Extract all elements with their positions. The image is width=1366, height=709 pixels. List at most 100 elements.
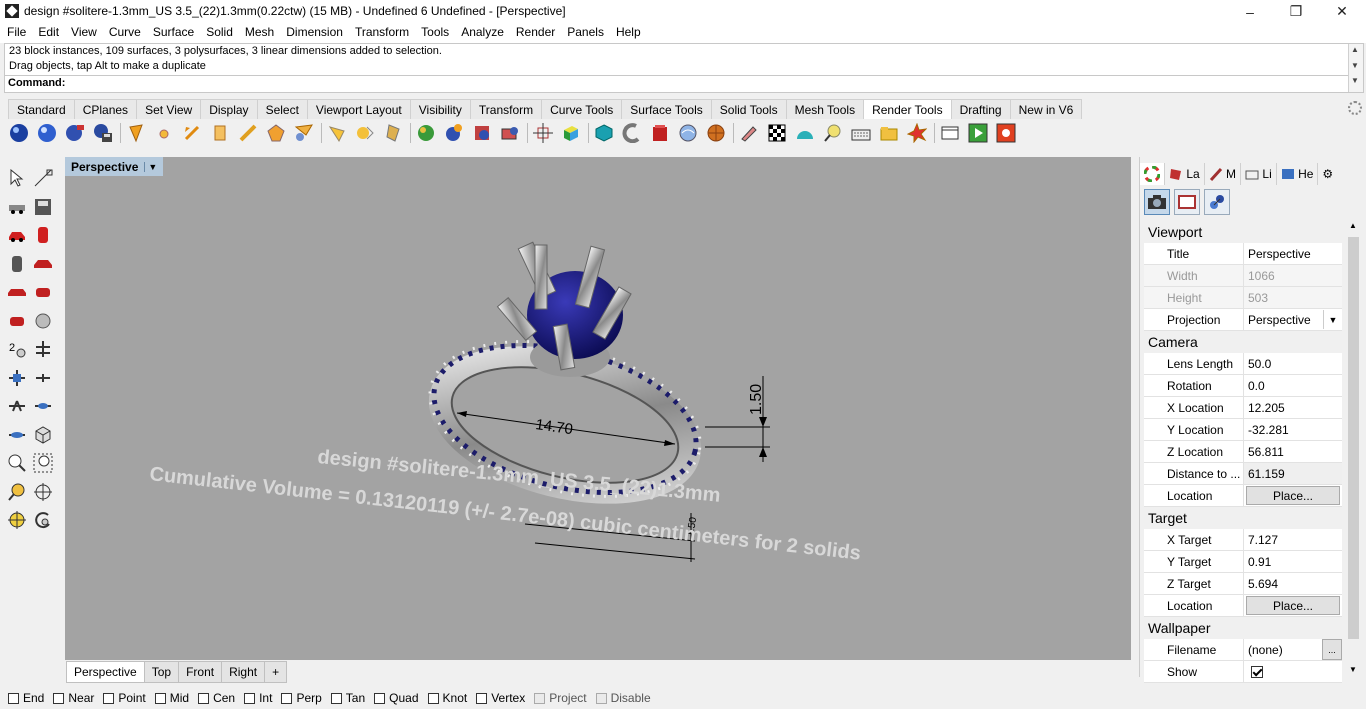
scroll-down-icon[interactable]: ▼ <box>1349 665 1357 674</box>
osnap-checkbox[interactable] <box>476 692 488 704</box>
minimize-button[interactable]: – <box>1227 0 1273 23</box>
menu-tools[interactable]: Tools <box>414 23 454 43</box>
osnap-checkbox[interactable] <box>374 692 386 704</box>
command-scrollbar[interactable]: ▲ ▼ ▼ <box>1348 44 1363 92</box>
environment-icon[interactable] <box>415 122 437 144</box>
burst-icon[interactable] <box>906 122 928 144</box>
x-location-field[interactable]: 12.205 <box>1244 397 1342 418</box>
z-location-field[interactable]: 56.811 <box>1244 441 1342 462</box>
osnap-knot[interactable]: Knot <box>427 691 467 705</box>
skylight-icon[interactable] <box>382 122 404 144</box>
wing-icon[interactable] <box>6 424 28 446</box>
osnap-checkbox[interactable] <box>427 692 439 704</box>
zoom-extents-icon[interactable] <box>6 481 28 503</box>
target-yellow-icon[interactable] <box>6 509 28 531</box>
osnap-checkbox[interactable] <box>244 692 256 704</box>
vehicle-small-icon[interactable] <box>6 310 28 332</box>
perspective-viewport[interactable]: 14.70 1.50 1.50 design #solitere-1.3mm_U… <box>65 157 1131 660</box>
viewport-frame-icon[interactable] <box>1174 189 1200 215</box>
scroll-down-icon[interactable]: ▼ <box>1351 61 1359 70</box>
target-place-button[interactable]: Place... <box>1246 596 1340 615</box>
keyboard-icon[interactable] <box>850 122 872 144</box>
scroll-down-icon[interactable]: ▼ <box>1351 76 1359 85</box>
y-location-field[interactable]: -32.281 <box>1244 419 1342 440</box>
menu-dimension[interactable]: Dimension <box>279 23 348 43</box>
tab-set-view[interactable]: Set View <box>136 99 202 119</box>
render-record-icon[interactable] <box>995 122 1017 144</box>
decal-icon[interactable] <box>443 122 465 144</box>
zoom-icon[interactable] <box>6 452 28 474</box>
osnap-tan[interactable]: Tan <box>330 691 365 705</box>
tab-transform[interactable]: Transform <box>469 99 543 119</box>
viewport-menu-arrow-icon[interactable]: ▼ <box>144 162 157 172</box>
rectangular-light-icon[interactable] <box>209 122 231 144</box>
zoom-window-icon[interactable] <box>32 452 54 474</box>
tab-solid-tools[interactable]: Solid Tools <box>710 99 787 119</box>
red-vehicle-icon[interactable] <box>32 253 54 275</box>
airplane-blue-icon[interactable] <box>32 395 54 417</box>
osnap-int[interactable]: Int <box>244 691 272 705</box>
show-wallpaper-checkbox[interactable] <box>1251 665 1263 678</box>
osnap-near[interactable]: Near <box>53 691 94 705</box>
folder-icon[interactable] <box>878 122 900 144</box>
tab-standard[interactable]: Standard <box>8 99 75 119</box>
menu-file[interactable]: File <box>0 23 31 43</box>
projection-select[interactable]: Perspective ▼ <box>1244 309 1342 330</box>
viewport-tab-right[interactable]: Right <box>221 661 266 683</box>
osnap-checkbox[interactable] <box>103 692 115 704</box>
material-editor-icon[interactable] <box>499 122 521 144</box>
material-sphere-icon[interactable] <box>64 122 86 144</box>
viewport-tab-perspective[interactable]: Perspective <box>66 661 145 683</box>
tab-drafting[interactable]: Drafting <box>950 99 1011 119</box>
cube-wire-icon[interactable] <box>32 424 54 446</box>
viewport-tab-top[interactable]: Top <box>143 661 180 683</box>
tab-display[interactable]: Display <box>200 99 258 119</box>
distance-field[interactable]: 61.159 <box>1244 463 1342 484</box>
light-manager-icon[interactable] <box>293 122 315 144</box>
close-button[interactable]: ✕ <box>1319 0 1365 23</box>
rotate-view-icon[interactable] <box>32 509 54 531</box>
point-icon[interactable] <box>32 167 54 189</box>
scroll-up-icon[interactable]: ▲ <box>1351 45 1359 54</box>
panel-options-gear-icon[interactable]: ⚙ <box>1318 163 1337 185</box>
spherical-mapping-icon[interactable] <box>621 122 643 144</box>
tab-mesh-tools[interactable]: Mesh Tools <box>785 99 865 119</box>
tab-new-in-v6[interactable]: New in V6 <box>1009 99 1083 119</box>
search-texture-icon[interactable] <box>822 122 844 144</box>
panel-tab-layers[interactable]: La <box>1165 163 1205 185</box>
menu-surface[interactable]: Surface <box>146 23 199 43</box>
y-target-field[interactable]: 0.91 <box>1244 551 1342 572</box>
viewport-title-field[interactable]: Perspective <box>1244 243 1342 264</box>
filename-field[interactable]: (none)... <box>1244 639 1342 660</box>
osnap-checkbox[interactable] <box>281 692 293 704</box>
render-preview-icon[interactable] <box>36 122 58 144</box>
dome-icon[interactable] <box>794 122 816 144</box>
tab-cplanes[interactable]: CPlanes <box>73 99 138 119</box>
osnap-checkbox[interactable] <box>8 692 19 704</box>
light-properties-icon[interactable] <box>265 122 287 144</box>
osnap-point[interactable]: Point <box>103 691 146 705</box>
plane-blue-icon[interactable] <box>6 367 28 389</box>
tab-visibility[interactable]: Visibility <box>409 99 471 119</box>
maximize-button[interactable]: ❐ <box>1273 0 1319 23</box>
lens-length-field[interactable]: 50.0 <box>1244 353 1342 374</box>
command-line[interactable]: Command: <box>5 75 1351 93</box>
menu-mesh[interactable]: Mesh <box>238 23 279 43</box>
menu-panels[interactable]: Panels <box>560 23 609 43</box>
menu-render[interactable]: Render <box>509 23 560 43</box>
osnap-mid[interactable]: Mid <box>154 691 189 705</box>
menu-help[interactable]: Help <box>609 23 646 43</box>
browse-button[interactable]: ... <box>1322 639 1342 660</box>
menu-analyze[interactable]: Analyze <box>454 23 509 43</box>
osnap-quad[interactable]: Quad <box>374 691 419 705</box>
menu-view[interactable]: View <box>64 23 102 43</box>
osnap-checkbox[interactable] <box>198 692 210 704</box>
linear-light-icon[interactable] <box>237 122 259 144</box>
scroll-up-icon[interactable]: ▲ <box>1349 221 1357 230</box>
osnap-perp[interactable]: Perp <box>281 691 322 705</box>
menu-transform[interactable]: Transform <box>348 23 414 43</box>
menu-solid[interactable]: Solid <box>199 23 238 43</box>
render-play-icon[interactable] <box>967 122 989 144</box>
zoom-2d-icon[interactable]: 2 <box>6 338 28 360</box>
target-icon[interactable] <box>32 481 54 503</box>
